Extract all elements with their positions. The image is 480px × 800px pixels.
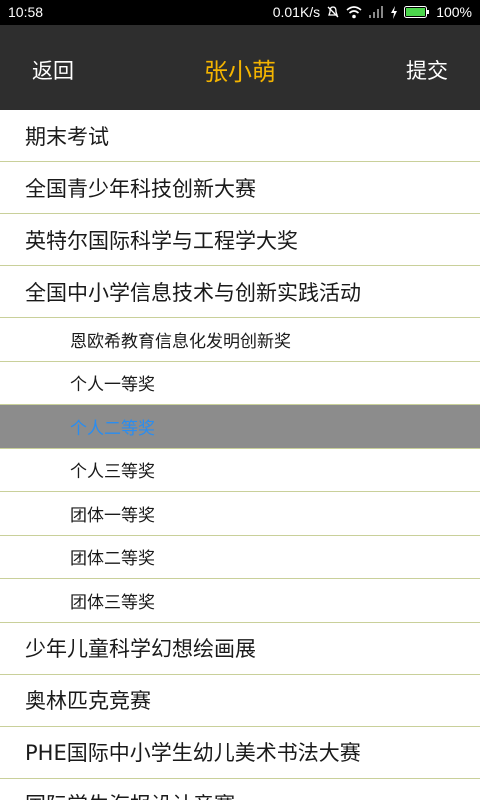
charging-icon [390,5,398,19]
list-item-label: PHE国际中小学生幼儿美术书法大赛 [25,741,361,765]
list-item-label: 少年儿童科学幻想绘画展 [25,637,256,661]
sub-list-item[interactable]: 恩欧希教育信息化发明创新奖 [0,318,480,362]
mute-icon [326,5,340,19]
list-item[interactable]: 英特尔国际科学与工程学大奖 [0,214,480,266]
list-item-label: 团体一等奖 [70,505,155,526]
list-item-label: 奥林匹克竞赛 [25,689,151,713]
battery-level: 100% [436,4,472,20]
list-item-label: 团体二等奖 [70,549,155,570]
list-item-label: 个人一等奖 [70,375,155,396]
list-item-label: 英特尔国际科学与工程学大奖 [25,228,298,253]
status-right: 0.01K/s 100% [273,4,472,20]
sub-list-item[interactable]: 个人三等奖 [0,449,480,492]
list-item[interactable]: 全国中小学信息技术与创新实践活动 [0,266,480,318]
status-time: 10:58 [8,4,44,20]
status-bar: 10:58 0.01K/s 100% [0,0,480,25]
list-item[interactable]: 全国青少年科技创新大赛 [0,162,480,214]
title-bar: 返回 张小萌 提交 [0,25,480,110]
sub-list-item[interactable]: 个人一等奖 [0,362,480,405]
sub-list-item[interactable]: 团体三等奖 [0,579,480,623]
sub-list-item[interactable]: 团体一等奖 [0,492,480,536]
list-item-label: 国际学生海报设计竞赛 [25,789,235,800]
list-item[interactable]: PHE国际中小学生幼儿美术书法大赛 [0,727,480,779]
list-item-label: 全国青少年科技创新大赛 [25,176,256,201]
battery-icon [404,6,430,18]
sub-list-item[interactable]: 团体二等奖 [0,536,480,579]
list-item-label: 全国中小学信息技术与创新实践活动 [25,280,361,305]
list-item[interactable]: 期末考试 [0,110,480,162]
list-item-label: 个人三等奖 [70,462,155,483]
award-list[interactable]: 期末考试全国青少年科技创新大赛英特尔国际科学与工程学大奖全国中小学信息技术与创新… [0,110,480,800]
list-item[interactable]: 少年儿童科学幻想绘画展 [0,623,480,675]
sub-list-item[interactable]: 个人二等奖 [0,405,480,449]
network-speed: 0.01K/s [272,4,321,20]
signal-icon [368,5,384,19]
submit-button[interactable]: 提交 [406,55,448,85]
wifi-icon [346,5,362,19]
list-item-label: 恩欧希教育信息化发明创新奖 [70,331,291,352]
list-item-label: 团体三等奖 [70,592,155,613]
list-item-label: 期末考试 [25,124,109,149]
list-item-label: 个人二等奖 [70,418,155,439]
list-item[interactable]: 国际学生海报设计竞赛 [0,779,480,800]
list-item[interactable]: 奥林匹克竞赛 [0,675,480,727]
